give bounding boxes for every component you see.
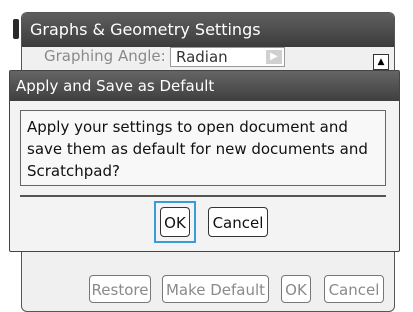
graphing-angle-row: Graphing Angle: Radian ▶ xyxy=(34,47,374,69)
apply-save-dialog: Apply and Save as Default Apply your set… xyxy=(9,70,400,252)
dialog-cancel-button[interactable]: Cancel xyxy=(208,207,268,237)
settings-cancel-button[interactable]: Cancel xyxy=(324,275,384,303)
make-default-button[interactable]: Make Default xyxy=(162,275,269,303)
graphing-angle-value: Radian xyxy=(176,48,228,66)
dialog-ok-button[interactable]: OK xyxy=(160,207,190,237)
dialog-message: Apply your settings to open document and… xyxy=(20,110,386,186)
dialog-divider xyxy=(20,195,386,197)
settings-window-title: Graphs & Geometry Settings xyxy=(30,20,261,39)
settings-ok-button[interactable]: OK xyxy=(281,275,311,303)
restore-button[interactable]: Restore xyxy=(89,275,151,303)
up-arrow-icon[interactable]: ▲ xyxy=(373,54,389,70)
window-edge xyxy=(13,19,19,39)
settings-window-titlebar: Graphs & Geometry Settings xyxy=(13,13,394,47)
graphing-angle-dropdown[interactable]: Radian ▶ xyxy=(170,47,285,67)
graphing-angle-label: Graphing Angle: xyxy=(44,47,166,65)
dialog-title: Apply and Save as Default xyxy=(10,71,399,101)
dropdown-arrow-icon: ▶ xyxy=(266,50,282,64)
